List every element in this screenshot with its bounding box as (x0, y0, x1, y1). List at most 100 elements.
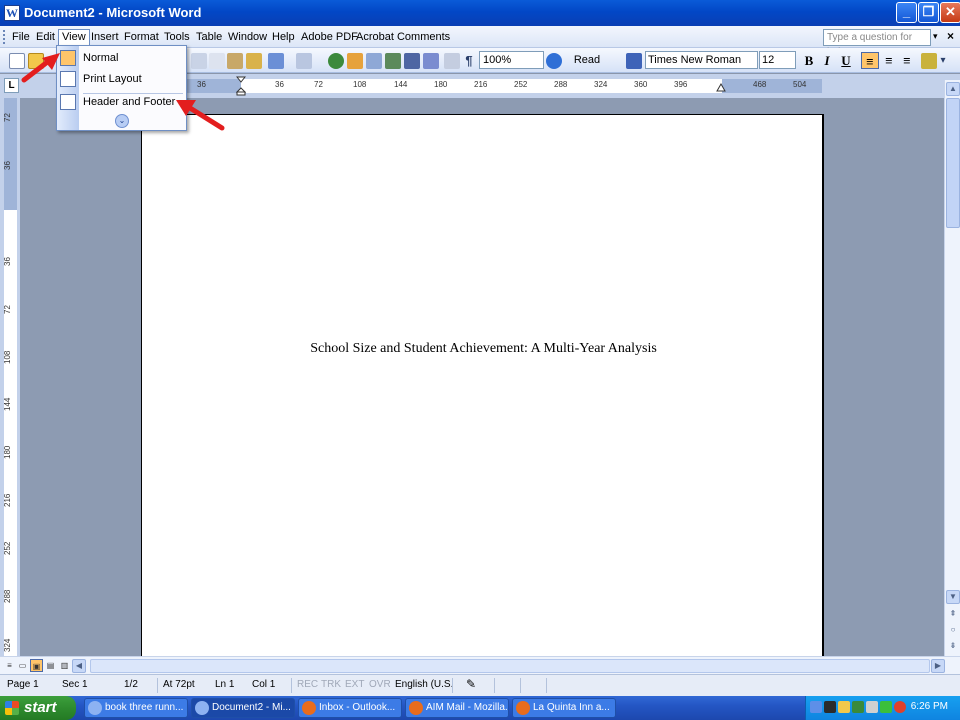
document-map-icon[interactable] (444, 53, 460, 69)
tray-wireless-icon[interactable] (880, 701, 892, 713)
menubar-grip[interactable] (3, 30, 6, 44)
tray-messenger-icon[interactable] (838, 701, 850, 713)
font-size-select[interactable]: 12 (759, 51, 796, 69)
ruler-tick: 468 (753, 80, 767, 89)
align-right-icon[interactable]: ≡ (898, 52, 916, 69)
view-menu-item-header-and-footer[interactable]: Header and Footer (57, 92, 186, 112)
tray-antivirus-icon[interactable] (852, 701, 864, 713)
format-painter-icon[interactable] (246, 53, 262, 69)
menu-acrobat-comments[interactable]: Acrobat Comments (353, 30, 453, 45)
task-button-book[interactable]: book three runn... (84, 698, 188, 718)
tray-alert-icon[interactable] (894, 701, 906, 713)
select-browse-object-icon[interactable]: ○ (946, 624, 960, 638)
columns-icon[interactable] (404, 53, 420, 69)
document-close-icon[interactable]: × (947, 29, 954, 43)
horizontal-scroll-thumb[interactable] (90, 659, 930, 673)
vertical-scroll-thumb[interactable] (946, 98, 960, 228)
menu-insert[interactable]: Insert (88, 30, 122, 45)
status-rec[interactable]: REC (297, 679, 318, 690)
start-button[interactable]: start (0, 696, 76, 720)
menu-format[interactable]: Format (121, 30, 162, 45)
paste-icon[interactable] (227, 53, 243, 69)
insert-table-icon[interactable] (366, 53, 382, 69)
status-ext[interactable]: EXT (345, 679, 364, 690)
undo-icon[interactable] (268, 53, 284, 69)
tables-borders-icon[interactable] (347, 53, 363, 69)
word-app-icon[interactable]: W (4, 5, 20, 21)
view-menu-item-normal[interactable]: Normal (57, 48, 186, 68)
zoom-select[interactable]: 100% (479, 51, 544, 69)
print-layout-button-icon[interactable]: ▣ (30, 659, 43, 672)
cut-icon[interactable] (191, 53, 207, 69)
menu-table[interactable]: Table (193, 30, 225, 45)
tray-shield-icon[interactable] (866, 701, 878, 713)
clock[interactable]: 6:26 PM (911, 701, 948, 712)
ruler-tick: 108 (353, 80, 367, 89)
normal-view-button-icon[interactable]: ≡ (3, 659, 16, 672)
view-menu-item-print-layout[interactable]: Print Layout (57, 69, 186, 89)
tab-selector[interactable]: L (4, 78, 19, 93)
font-name-select[interactable]: Times New Roman (645, 51, 758, 69)
help-dropdown-arrow-icon[interactable]: ▾ (933, 31, 938, 42)
help-icon[interactable] (546, 53, 562, 69)
redo-icon[interactable] (296, 53, 312, 69)
insert-excel-icon[interactable] (385, 53, 401, 69)
document-title-text[interactable]: School Size and Student Achievement: A M… (142, 341, 825, 357)
italic-button[interactable]: I (818, 52, 836, 69)
toolbar-options-arrow-icon[interactable]: ▾ (938, 52, 948, 69)
status-trk[interactable]: TRK (321, 679, 341, 690)
styles-icon[interactable] (626, 53, 642, 69)
show-hide-paragraph-icon[interactable]: ¶ (462, 52, 476, 69)
menu-help[interactable]: Help (269, 30, 298, 45)
task-button-aim-mail[interactable]: AIM Mail - Mozilla... (405, 698, 509, 718)
highlight-icon[interactable] (921, 53, 937, 69)
drawing-icon[interactable] (423, 53, 439, 69)
status-ovr[interactable]: OVR (369, 679, 391, 690)
task-button-document2[interactable]: Document2 - Mi... (191, 698, 295, 718)
vertical-ruler-track (4, 98, 17, 656)
task-button-inbox[interactable]: Inbox - Outlook... (298, 698, 402, 718)
web-layout-button-icon[interactable]: ▭ (16, 659, 29, 672)
reading-layout-button-icon[interactable]: ▥ (58, 659, 71, 672)
menu-tools[interactable]: Tools (161, 30, 193, 45)
task-button-la-quinta[interactable]: La Quinta Inn a... (512, 698, 616, 718)
align-left-icon[interactable]: ≡ (861, 52, 879, 69)
hyperlink-icon[interactable] (328, 53, 344, 69)
vruler-tick: 216 (3, 493, 12, 507)
menu-window[interactable]: Window (225, 30, 270, 45)
scroll-left-icon[interactable]: ◀ (72, 659, 86, 673)
help-search-input[interactable]: Type a question for help (823, 29, 931, 58)
align-center-icon[interactable]: ≡ (880, 52, 898, 69)
copy-icon[interactable] (209, 53, 225, 69)
ruler-tick: 288 (554, 80, 568, 89)
spelling-status-icon[interactable]: ✎ (466, 677, 476, 691)
bold-button[interactable]: B (800, 52, 818, 69)
scroll-right-icon[interactable]: ▶ (931, 659, 945, 673)
vruler-tick: 252 (3, 541, 12, 555)
expand-menu-chevron-icon[interactable]: ⌄ (115, 114, 129, 128)
word-task-icon (88, 701, 102, 715)
read-button[interactable]: Read (567, 52, 607, 69)
status-separator (157, 678, 158, 693)
underline-button[interactable]: U (837, 52, 855, 69)
horizontal-ruler[interactable]: 36 36 72 108 144 180 216 252 288 324 360… (187, 79, 822, 93)
restore-button[interactable]: ❐ (918, 2, 939, 23)
previous-page-icon[interactable]: ⇞ (946, 608, 960, 622)
indent-markers-icon[interactable] (236, 76, 246, 96)
vertical-scrollbar[interactable]: ▲ ▼ ⇞ ○ ⇟ (944, 80, 960, 656)
outline-view-button-icon[interactable]: ▤ (44, 659, 57, 672)
scroll-down-icon[interactable]: ▼ (946, 590, 960, 604)
menu-edit[interactable]: Edit (33, 30, 58, 45)
close-button[interactable]: ✕ (940, 2, 960, 23)
scroll-up-icon[interactable]: ▲ (946, 82, 960, 96)
status-language[interactable]: English (U.S. (395, 679, 453, 690)
right-indent-marker-icon[interactable] (716, 82, 726, 94)
vertical-ruler[interactable]: 72 36 36 72 108 144 180 216 252 288 324 (0, 98, 20, 656)
next-page-icon[interactable]: ⇟ (946, 640, 960, 654)
menu-adobe-pdf[interactable]: Adobe PDF (298, 30, 361, 45)
menu-file[interactable]: File (9, 30, 33, 45)
document-page[interactable]: School Size and Student Achievement: A M… (141, 114, 824, 656)
tray-monitor-icon[interactable] (824, 701, 836, 713)
minimize-button[interactable]: _ (896, 2, 917, 23)
tray-network-icon[interactable] (810, 701, 822, 713)
